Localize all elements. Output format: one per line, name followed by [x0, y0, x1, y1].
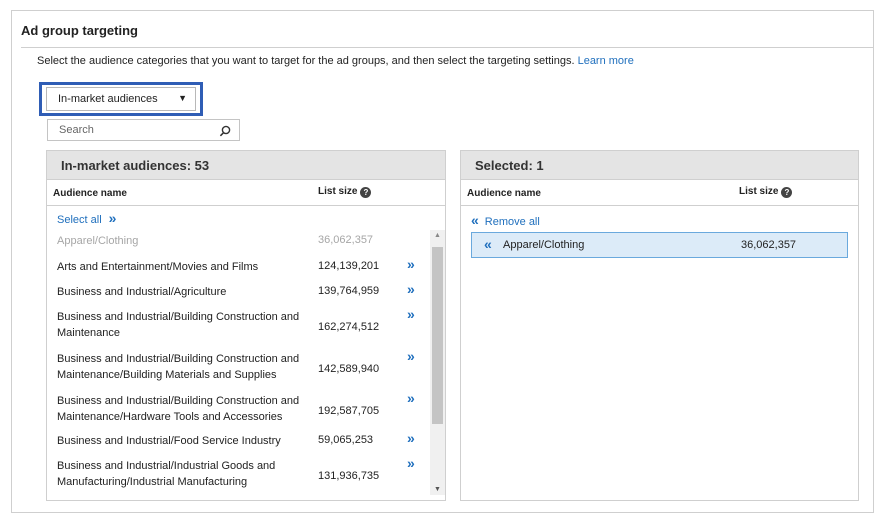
add-all-icon: »: [108, 210, 117, 226]
audience-row[interactable]: Business and Industrial/Building Constru…: [47, 306, 427, 347]
search-icon[interactable]: [218, 124, 232, 138]
add-audience-icon[interactable]: »: [407, 306, 415, 322]
audience-name: Business and Industrial/Industrial Goods…: [57, 460, 276, 488]
audience-name: Business and Industrial/Building Constru…: [57, 353, 300, 381]
selected-audience-name: Apparel/Clothing: [503, 239, 585, 251]
search-placeholder: Search: [59, 124, 94, 136]
available-audience-list: Select all» Apparel/Clothing 36,062,357 Ar…: [47, 151, 445, 500]
audience-name: Business and Industrial/Food Service Ind…: [57, 435, 281, 447]
audience-list-size: 36,062,357: [318, 234, 374, 246]
audience-name: Business and Industrial/Building Constru…: [57, 311, 300, 339]
select-all-link[interactable]: Select all»: [57, 210, 117, 226]
audience-name-header: Audience name: [467, 188, 541, 199]
list-size-header: List size?: [739, 186, 793, 198]
audience-list-size: 142,589,940: [318, 363, 380, 375]
audience-name: Business and Industrial/Agriculture: [57, 286, 227, 298]
audience-list-size: 124,139,201: [318, 260, 380, 272]
caret-down-icon: ▼: [178, 93, 187, 103]
audience-row[interactable]: Business and Industrial/Agriculture 139,7…: [47, 281, 427, 306]
remove-all-link[interactable]: «Remove all: [471, 212, 540, 228]
audience-name: Apparel/Clothing: [57, 235, 139, 247]
audience-row[interactable]: Business and Industrial/Building Constru…: [47, 348, 427, 389]
available-audiences-panel: In-market audiences: 53 Audience name Li…: [46, 150, 446, 501]
selected-audience-row[interactable]: « Apparel/Clothing 36,062,357: [471, 232, 848, 258]
scroll-up-icon[interactable]: ▲: [434, 232, 441, 239]
intro-sentence: Select the audience categories that you …: [37, 55, 575, 67]
learn-more-link[interactable]: Learn more: [578, 55, 634, 67]
list-scrollbar[interactable]: ▲ ▼: [430, 230, 445, 495]
info-icon[interactable]: ?: [781, 187, 793, 198]
audience-row[interactable]: Business and Industrial/Industrial Goods…: [47, 455, 427, 496]
scroll-down-icon[interactable]: ▼: [434, 486, 441, 493]
audience-name: Business and Industrial/Building Constru…: [57, 395, 300, 423]
selected-audience-size: 36,062,357: [741, 239, 797, 251]
audience-row[interactable]: Business and Industrial/Building Constru…: [47, 390, 427, 431]
dropdown-value: In-market audiences: [58, 93, 158, 105]
add-audience-icon[interactable]: »: [407, 430, 415, 446]
audience-category-dropdown[interactable]: In-market audiences ▼: [46, 87, 196, 111]
audience-list-size: 59,065,253: [318, 434, 374, 446]
audience-list-size: 139,764,959: [318, 285, 380, 297]
audience-list-size: 162,274,512: [318, 321, 380, 333]
selected-column-header: Audience name List size?: [461, 180, 858, 206]
intro-text: Select the audience categories that you …: [37, 55, 634, 67]
audience-name: Arts and Entertainment/Movies and Films: [57, 261, 259, 273]
audience-list-size: 131,936,735: [318, 470, 380, 482]
section-title: Ad group targeting: [21, 23, 138, 38]
search-input[interactable]: Search: [47, 119, 240, 141]
add-audience-icon[interactable]: »: [407, 256, 415, 272]
add-audience-icon[interactable]: »: [407, 348, 415, 364]
add-audience-icon[interactable]: »: [407, 390, 415, 406]
selected-audiences-panel: Selected: 1 Audience name List size? «Re…: [460, 150, 859, 501]
audience-row[interactable]: Business and Industrial/Food Service Ind…: [47, 430, 427, 455]
divider: [21, 47, 873, 48]
scrollbar-thumb[interactable]: [432, 247, 443, 424]
audience-list-size: 192,587,705: [318, 405, 380, 417]
audience-row[interactable]: Arts and Entertainment/Movies and Films 1…: [47, 256, 427, 281]
audience-row: Apparel/Clothing 36,062,357: [47, 231, 427, 255]
selected-panel-title: Selected: 1: [461, 151, 858, 180]
add-audience-icon[interactable]: »: [407, 281, 415, 297]
remove-all-icon: «: [471, 212, 479, 228]
add-audience-icon[interactable]: »: [407, 455, 415, 471]
remove-icon[interactable]: «: [484, 236, 492, 252]
